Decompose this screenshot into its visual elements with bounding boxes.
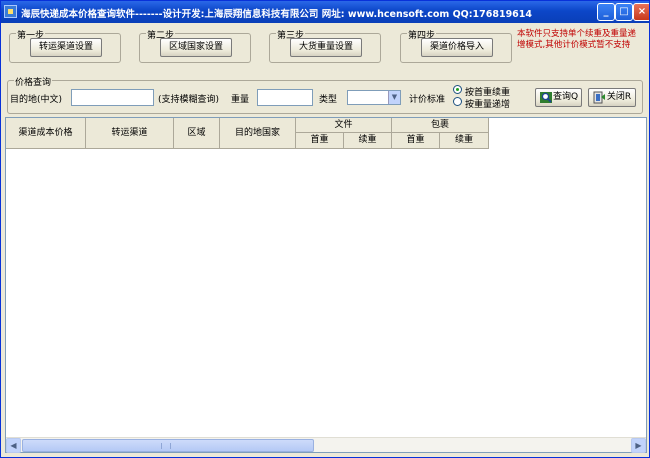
close-window-button[interactable]: × xyxy=(633,3,649,21)
window-title: 海辰快递成本价格查询软件-------设计开发:上海辰翔信息科技有限公司 网址:… xyxy=(21,9,533,20)
notice-text: 本软件只支持单个续重及重量递增模式,其他计价模式暂不支持 xyxy=(517,29,637,50)
region-country-settings-button-label: 区域国家设置 xyxy=(168,42,223,52)
destination-input[interactable] xyxy=(71,89,154,106)
channel-price-import-button-label: 渠道价格导入 xyxy=(429,42,484,52)
price-query-group: 价格查询 目的地(中文) (支持模糊查询) 重量 类型 ▼ 计价标准 按首重续重… xyxy=(7,75,643,114)
step3-group: 第三步 大货重量设置 xyxy=(269,28,381,63)
column-header-destination-country[interactable]: 目的地国家 xyxy=(220,118,296,149)
close-query-button[interactable]: 关闭R xyxy=(588,88,636,107)
minimize-button[interactable]: _ xyxy=(597,3,615,21)
column-header-document-first-weight[interactable]: 首重 xyxy=(296,133,344,149)
horizontal-scrollbar[interactable]: ◀ ▶ xyxy=(6,437,646,453)
query-button[interactable]: 查询Q xyxy=(535,88,582,107)
column-header-package-continue-weight[interactable]: 续重 xyxy=(440,133,489,149)
step4-group: 第四步 渠道价格导入 xyxy=(400,28,512,63)
region-country-settings-button[interactable]: 区域国家设置 xyxy=(160,38,232,57)
chevron-down-icon[interactable]: ▼ xyxy=(388,91,400,104)
radio-first-continue-weight[interactable] xyxy=(453,85,462,94)
main-window: 海辰快递成本价格查询软件-------设计开发:上海辰翔信息科技有限公司 网址:… xyxy=(0,0,650,458)
column-group-package: 包裹 xyxy=(392,118,489,133)
radio-weight-increment[interactable] xyxy=(453,97,462,106)
app-icon xyxy=(4,5,17,18)
scroll-left-icon[interactable]: ◀ xyxy=(6,438,21,453)
weight-label: 重量 xyxy=(231,95,250,105)
fuzzy-query-hint: (支持模糊查询) xyxy=(158,95,220,105)
channel-settings-button[interactable]: 转运渠道设置 xyxy=(30,38,102,57)
type-select[interactable]: ▼ xyxy=(347,90,401,105)
results-grid[interactable]: 渠道成本价格 转运渠道 区域 目的地国家 文件 包裹 首重 续重 首重 续重 ◀… xyxy=(5,117,647,453)
title-bar[interactable]: 海辰快递成本价格查询软件-------设计开发:上海辰翔信息科技有限公司 网址:… xyxy=(1,1,649,23)
channel-price-import-button[interactable]: 渠道价格导入 xyxy=(421,38,493,57)
radio-weight-increment-label[interactable]: 按重量递增 xyxy=(465,97,510,110)
bulk-weight-settings-button[interactable]: 大货重量设置 xyxy=(290,38,362,57)
column-header-channel-cost[interactable]: 渠道成本价格 xyxy=(6,118,86,149)
grip-icon xyxy=(161,443,171,449)
destination-label: 目的地(中文) xyxy=(10,95,63,105)
query-button-label: 查询Q xyxy=(552,92,579,102)
weight-input[interactable] xyxy=(257,89,313,106)
column-header-document-continue-weight[interactable]: 续重 xyxy=(344,133,392,149)
channel-settings-button-label: 转运渠道设置 xyxy=(38,42,93,52)
column-header-transit-channel[interactable]: 转运渠道 xyxy=(86,118,174,149)
scroll-right-icon[interactable]: ▶ xyxy=(631,438,646,453)
column-group-document: 文件 xyxy=(296,118,392,133)
price-query-label: 价格查询 xyxy=(14,75,53,88)
step1-group: 第一步 转运渠道设置 xyxy=(9,28,121,63)
step2-group: 第二步 区域国家设置 xyxy=(139,28,251,63)
type-label: 类型 xyxy=(319,95,338,105)
scrollbar-thumb[interactable] xyxy=(22,439,314,452)
column-header-region[interactable]: 区域 xyxy=(174,118,220,149)
bulk-weight-settings-button-label: 大货重量设置 xyxy=(298,42,353,52)
close-query-button-label: 关闭R xyxy=(606,92,632,102)
column-header-package-first-weight[interactable]: 首重 xyxy=(392,133,440,149)
pricing-standard-label: 计价标准 xyxy=(409,95,446,105)
maximize-button[interactable]: □ xyxy=(615,3,633,21)
